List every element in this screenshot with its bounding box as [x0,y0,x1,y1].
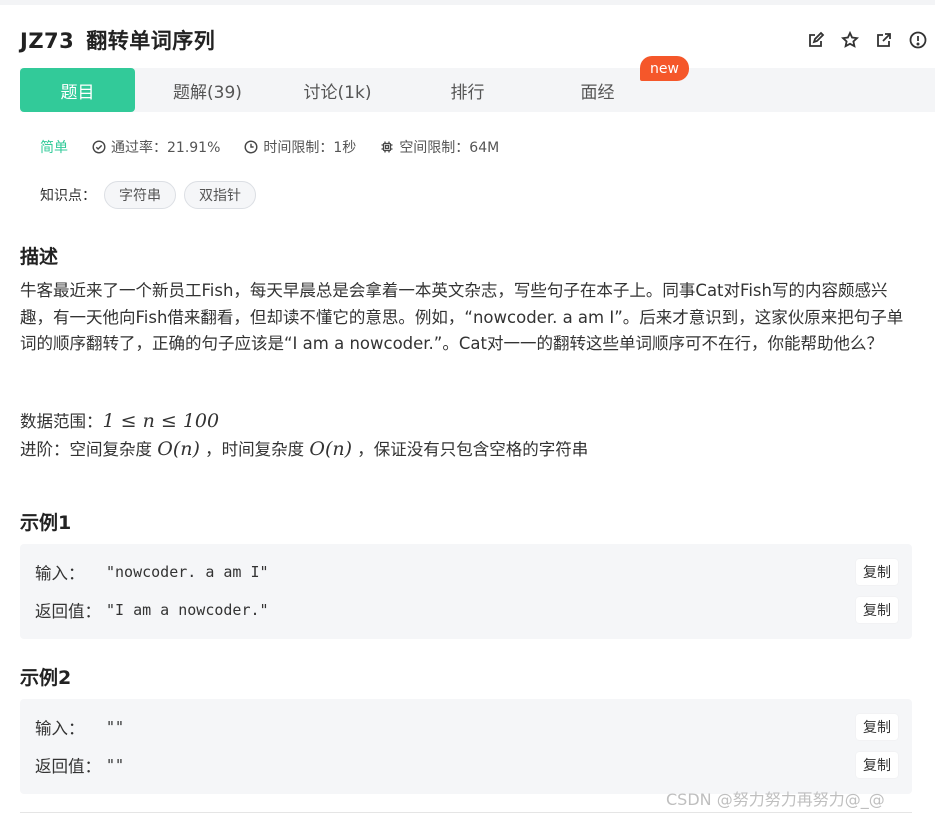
new-badge: new [640,56,689,81]
problem-tabs: 题目 题解(39) 讨论(1k) 排行 面经 [20,68,935,112]
copy-button[interactable]: 复制 [856,559,898,585]
problem-meta: 简单 通过率：21.91% 时间限制：1秒 空间限制：64M [40,137,523,157]
range-math: 1 ≤ n ≤ 100 [102,410,220,432]
advanced-label: 进阶：空间复杂度 [20,440,152,459]
copy-button[interactable]: 复制 [856,597,898,623]
time-limit-text: 时间限制：1秒 [263,140,357,156]
tab-problem[interactable]: 题目 [20,68,135,112]
tab-ranking[interactable]: 排行 [410,68,525,112]
difficulty-label: 简单 [40,140,68,156]
input-label: 输入： [35,719,85,738]
watermark: CSDN @努力努力再努力@_@ [666,790,885,809]
chip-icon [381,141,393,153]
problem-header: JZ73 翻转单词序列 [0,5,935,67]
tag-string[interactable]: 字符串 [104,181,176,209]
tab-solutions[interactable]: 题解(39) [150,68,265,112]
time-complexity: O(n) [309,438,353,460]
description-text: 牛客最近来了一个新员工Fish，每天早晨总是会拿着一本英文杂志，写些句子在本子上… [20,281,904,353]
output-label: 返回值： [35,757,101,776]
copy-button[interactable]: 复制 [856,752,898,778]
example2-title: 示例2 [20,667,72,689]
output-label: 返回值： [35,602,101,621]
example1-input: "nowcoder. a am I" [106,563,269,581]
example2-output: "" [106,756,125,774]
pass-rate: 通过率：21.91% [92,137,220,157]
example1-box: 输入： "nowcoder. a am I" 复制 返回值： "I am a n… [20,544,912,639]
clock-icon [244,140,258,154]
tab-interviews[interactable]: 面经 [540,68,655,112]
problem-code: JZ73 [20,29,75,53]
description-title: 描述 [20,246,59,268]
advanced-tail: ，保证没有只包含空格的字符串 [357,440,589,459]
share-icon[interactable] [875,31,893,49]
data-range: 数据范围：1 ≤ n ≤ 100 [20,408,219,435]
tag-two-pointers[interactable]: 双指针 [184,181,256,209]
example2-output-row: 返回值： "" [35,753,124,777]
space-limit: 空间限制：64M [380,137,499,157]
knowledge-label: 知识点： [40,188,96,204]
space-limit-text: 空间限制：64M [399,140,500,156]
alert-icon[interactable] [909,31,927,49]
example1-output-row: 返回值： "I am a nowcoder." [35,598,269,622]
divider [20,812,912,813]
time-limit: 时间限制：1秒 [244,137,356,157]
knowledge-points: 知识点： 字符串 双指针 [40,181,256,209]
star-icon[interactable] [841,31,859,49]
example2-input: "" [106,718,125,736]
input-label: 输入： [35,564,85,583]
example2-box: 输入： "" 复制 返回值： "" 复制 [20,699,912,794]
example1-title: 示例1 [20,512,72,534]
page-title: JZ73 翻转单词序列 [20,25,215,55]
edit-icon[interactable] [807,31,825,49]
tab-discussion[interactable]: 讨论(1k) [280,68,395,112]
advanced-mid: ，时间复杂度 [205,440,305,459]
range-label: 数据范围： [20,412,103,431]
pass-rate-text: 通过率：21.91% [111,140,221,156]
copy-button[interactable]: 复制 [856,714,898,740]
check-circle-icon [92,140,106,154]
header-actions [807,31,927,49]
example1-output: "I am a nowcoder." [106,601,269,619]
example1-input-row: 输入： "nowcoder. a am I" [35,560,269,584]
example2-input-row: 输入： "" [35,715,124,739]
space-complexity: O(n) [157,438,200,460]
advanced-requirement: 进阶：空间复杂度 O(n) ，时间复杂度 O(n) ，保证没有只包含空格的字符串 [20,436,588,463]
problem-title: 翻转单词序列 [86,29,216,53]
